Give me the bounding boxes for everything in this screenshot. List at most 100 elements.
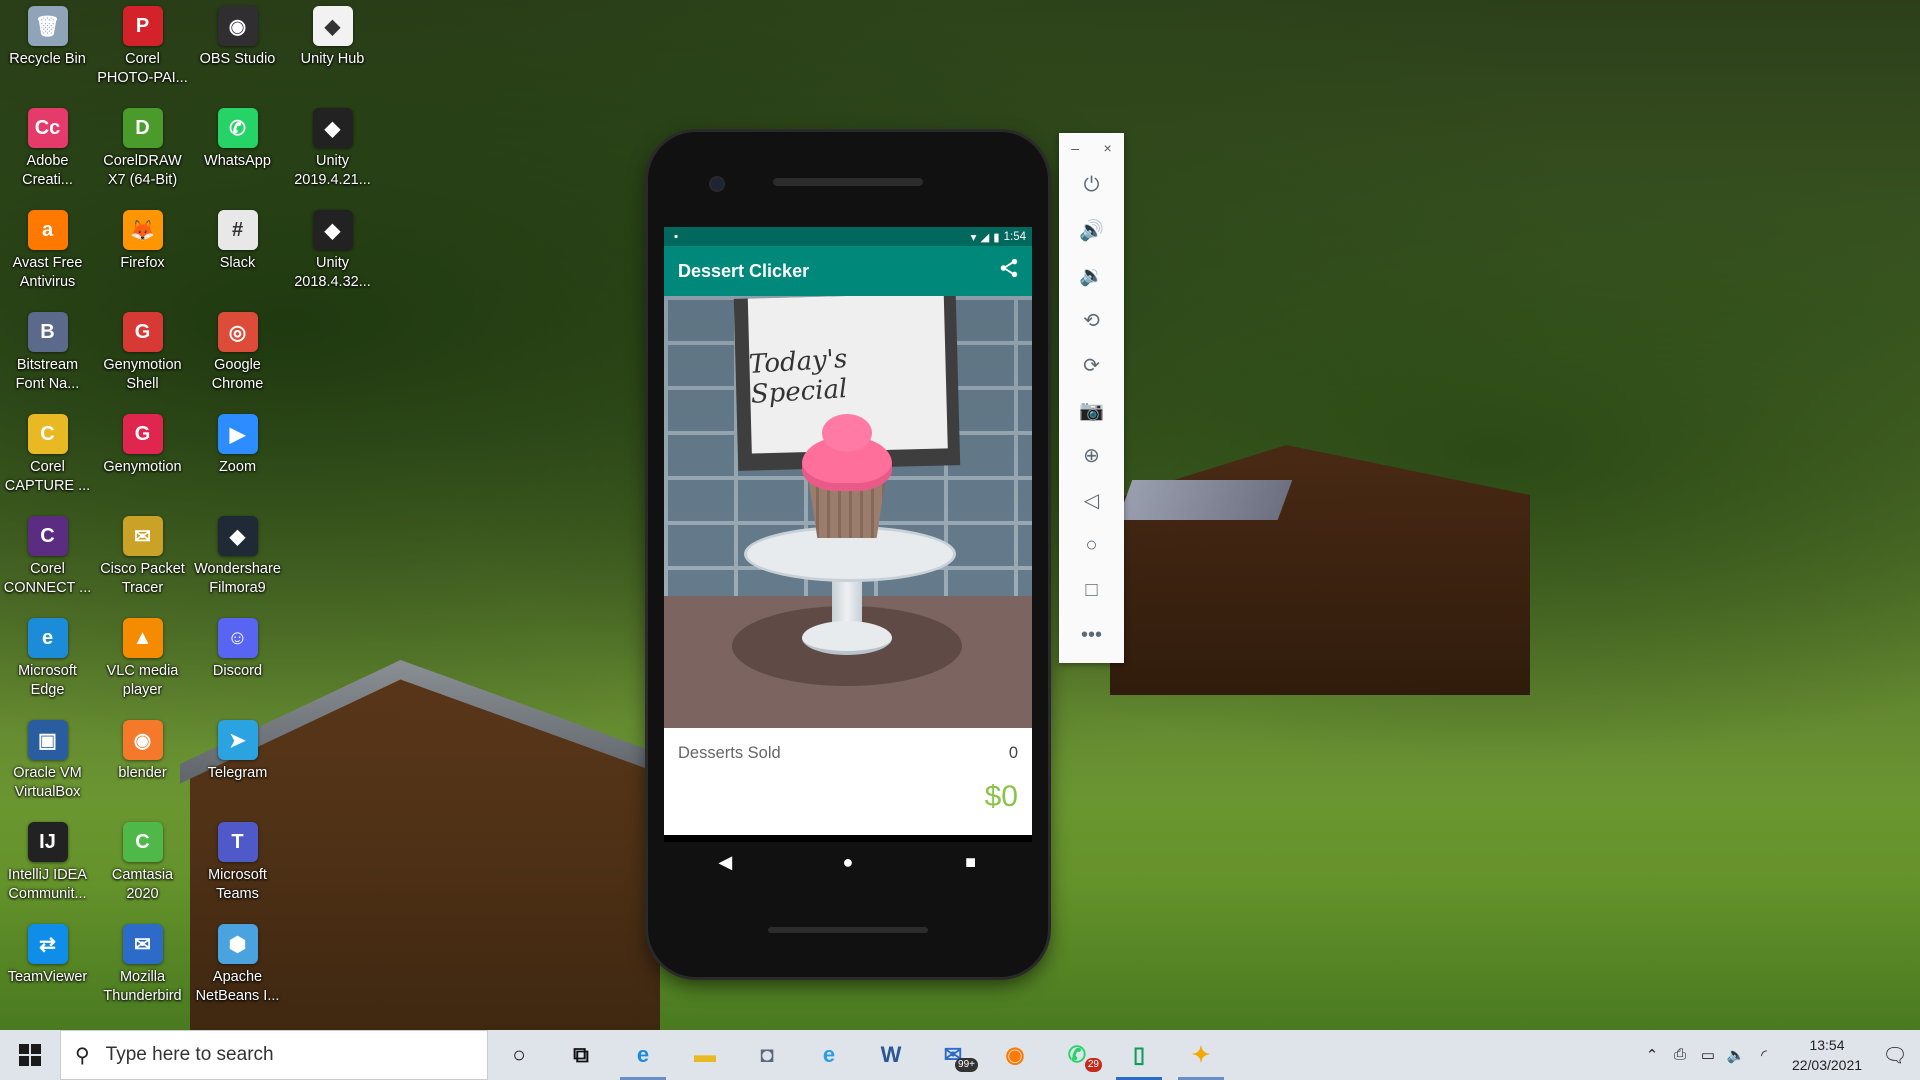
share-icon[interactable] xyxy=(998,257,1020,285)
rotate-right-icon[interactable]: ⟳ xyxy=(1070,343,1114,388)
desktop-shortcut[interactable]: B Bitstream Font Na... xyxy=(0,306,95,408)
nav-recents-button[interactable]: ■ xyxy=(951,852,991,873)
desktop-shortcut-label: Corel PHOTO-PAI... xyxy=(97,51,188,86)
desktop-shortcut[interactable]: ▣ Oracle VM VirtualBox xyxy=(0,714,95,816)
desktop-shortcut[interactable]: ✆ WhatsApp xyxy=(190,102,285,204)
desktop-shortcut[interactable]: ✉ Cisco Packet Tracer xyxy=(95,510,190,612)
battery-tray-icon[interactable]: ▭ xyxy=(1694,1046,1722,1064)
rotate-left-icon[interactable]: ⟲ xyxy=(1070,298,1114,343)
overview-icon[interactable]: □ xyxy=(1070,568,1114,613)
cupcake-frosting-top[interactable] xyxy=(822,414,872,452)
desktop-shortcut[interactable]: P Corel PHOTO-PAI... xyxy=(95,0,190,102)
desktop-shortcut[interactable]: ▲ VLC media player xyxy=(95,612,190,714)
camera-app-taskbar-button[interactable]: ◘ xyxy=(736,1030,798,1080)
device-screen[interactable]: ▪ ▾ ◢ ▮ 1:54 Dessert Clicker Today's Spe… xyxy=(664,227,1032,842)
desktop-shortcut-label: Microsoft Teams xyxy=(208,867,267,902)
desktop-shortcut-label: Telegram xyxy=(207,765,268,781)
power-icon[interactable]: ⏻ xyxy=(1070,163,1114,208)
desktop-shortcut-icon: Cc xyxy=(27,108,68,148)
desktop-shortcut[interactable]: IJ IntelliJ IDEA Communit... xyxy=(0,816,95,918)
desktop-shortcut[interactable]: ⬢ Apache NetBeans I... xyxy=(190,918,285,1020)
network-icon[interactable]: ◜ xyxy=(1750,1046,1778,1064)
sign-text: Today's Special xyxy=(748,343,849,410)
desktop-shortcut[interactable]: 🗑 Recycle Bin xyxy=(0,0,95,102)
meet-now-icon[interactable]: ⎙ xyxy=(1666,1046,1694,1064)
desktop-shortcut-label: Avast Free Antivirus xyxy=(12,255,83,290)
wallpaper-house-right-roof xyxy=(1117,480,1293,520)
desktop-shortcut[interactable]: 🦊 Firefox xyxy=(95,204,190,306)
desktop-shortcut[interactable]: ⇄ TeamViewer xyxy=(0,918,95,1020)
system-clock[interactable]: 13:54 22/03/2021 xyxy=(1784,1035,1870,1075)
search-input[interactable] xyxy=(103,1043,438,1067)
firefox-icon: ◉ xyxy=(1005,1042,1025,1067)
volume-icon[interactable]: 🔈 xyxy=(1722,1046,1750,1064)
genymotion-taskbar-button[interactable]: ✦ xyxy=(1170,1030,1232,1080)
desktop-shortcut-label: CorelDRAW X7 (64-Bit) xyxy=(103,153,182,188)
nav-back-button[interactable]: ◀ xyxy=(705,852,745,873)
desktop-shortcut[interactable]: G Genymotion Shell xyxy=(95,306,190,408)
nav-home-button[interactable]: ● xyxy=(828,852,868,873)
desktop-shortcut[interactable]: G Genymotion xyxy=(95,408,190,510)
home-icon[interactable]: ○ xyxy=(1070,523,1114,568)
task-view-icon: ⧉ xyxy=(573,1042,589,1067)
mail-taskbar-button[interactable]: ✉ 99+ xyxy=(922,1030,984,1080)
desktop-shortcut[interactable]: C Corel CONNECT ... xyxy=(0,510,95,612)
android-studio-taskbar-button[interactable]: ▯ xyxy=(1108,1030,1170,1080)
desktop-shortcut[interactable]: C Corel CAPTURE ... xyxy=(0,408,95,510)
desktop-shortcut[interactable]: ◉ blender xyxy=(95,714,190,816)
desktop-shortcut[interactable]: C Camtasia 2020 xyxy=(95,816,190,918)
firefox-taskbar-button[interactable]: ◉ xyxy=(984,1030,1046,1080)
close-icon[interactable]: × xyxy=(1104,140,1112,156)
desktop-shortcut[interactable]: ✉ Mozilla Thunderbird xyxy=(95,918,190,1020)
volume-up-icon[interactable]: 🔊 xyxy=(1070,208,1114,253)
desktop-shortcut-icon: # xyxy=(217,210,258,250)
desktop-shortcut[interactable]: e Microsoft Edge xyxy=(0,612,95,714)
file-explorer-taskbar-button[interactable]: ▬ xyxy=(674,1030,736,1080)
desktop-shortcut-icon: ▣ xyxy=(27,720,68,760)
desktop-shortcut[interactable]: ◆ Wondershare Filmora9 xyxy=(190,510,285,612)
desktop-shortcut[interactable]: ◆ Unity 2019.4.21... xyxy=(285,102,380,204)
task-view-taskbar-button[interactable]: ⧉ xyxy=(550,1030,612,1080)
camera-icon[interactable]: 📷 xyxy=(1070,388,1114,433)
more-icon[interactable]: ••• xyxy=(1070,613,1114,658)
whatsapp-icon: ✆ xyxy=(1067,1042,1087,1067)
desktop-shortcut[interactable]: D CorelDRAW X7 (64-Bit) xyxy=(95,102,190,204)
desktop-shortcut[interactable]: a Avast Free Antivirus xyxy=(0,204,95,306)
desktop-shortcut[interactable]: ◆ Unity Hub xyxy=(285,0,380,102)
desktop-shortcut[interactable]: # Slack xyxy=(190,204,285,306)
desktop-shortcut[interactable]: ➤ Telegram xyxy=(190,714,285,816)
desktop-shortcut-icon: D xyxy=(122,108,163,148)
zoom-icon[interactable]: ⊕ xyxy=(1070,433,1114,478)
desktop-shortcut[interactable]: ▶ Zoom xyxy=(190,408,285,510)
desktop-shortcut-label: Unity 2018.4.32... xyxy=(294,255,371,290)
cortana-taskbar-button[interactable]: ○ xyxy=(488,1030,550,1080)
desktop-shortcut-icon: e xyxy=(27,618,68,658)
desktop-shortcut-icon: ◆ xyxy=(312,108,353,148)
desktop-shortcut[interactable]: ◎ Google Chrome xyxy=(190,306,285,408)
desktop-shortcut-label: blender xyxy=(118,765,167,781)
desktop-shortcut[interactable]: Cc Adobe Creati... xyxy=(0,102,95,204)
desktop-shortcut[interactable]: ☺ Discord xyxy=(190,612,285,714)
internet-explorer-taskbar-button[interactable]: e xyxy=(798,1030,860,1080)
desktop-shortcut-label: Camtasia 2020 xyxy=(111,867,174,902)
notification-badge: 99+ xyxy=(955,1058,978,1072)
desktop-shortcut-icon: C xyxy=(27,516,68,556)
action-center-icon[interactable]: 🗨 xyxy=(1870,1043,1920,1068)
desktop-shortcut[interactable]: ◉ OBS Studio xyxy=(190,0,285,102)
volume-down-icon[interactable]: 🔉 xyxy=(1070,253,1114,298)
share-icon-svg xyxy=(1000,258,1018,278)
desktop-shortcut[interactable]: ◆ Unity 2018.4.32... xyxy=(285,204,380,306)
taskbar-search-box[interactable]: ⚲ xyxy=(60,1030,488,1080)
edge-taskbar-button[interactable]: e xyxy=(612,1030,674,1080)
start-button[interactable] xyxy=(0,1030,60,1080)
whatsapp-taskbar-button[interactable]: ✆ 29 xyxy=(1046,1030,1108,1080)
desktop-shortcut-icon: ▲ xyxy=(122,618,163,658)
desktop-shortcut[interactable]: T Microsoft Teams xyxy=(190,816,285,918)
back-icon[interactable]: ◁ xyxy=(1070,478,1114,523)
desktop-shortcut-label: VLC media player xyxy=(106,663,179,698)
genymotion-icon: ✦ xyxy=(1191,1042,1211,1067)
word-taskbar-button[interactable]: W xyxy=(860,1030,922,1080)
system-tray: ⌃ ⎙ ▭ 🔈 ◜ 13:54 22/03/2021 🗨 xyxy=(1638,1030,1920,1080)
show-hidden-icons-chevron-icon[interactable]: ⌃ xyxy=(1638,1046,1666,1064)
minimize-icon[interactable]: – xyxy=(1071,140,1079,156)
